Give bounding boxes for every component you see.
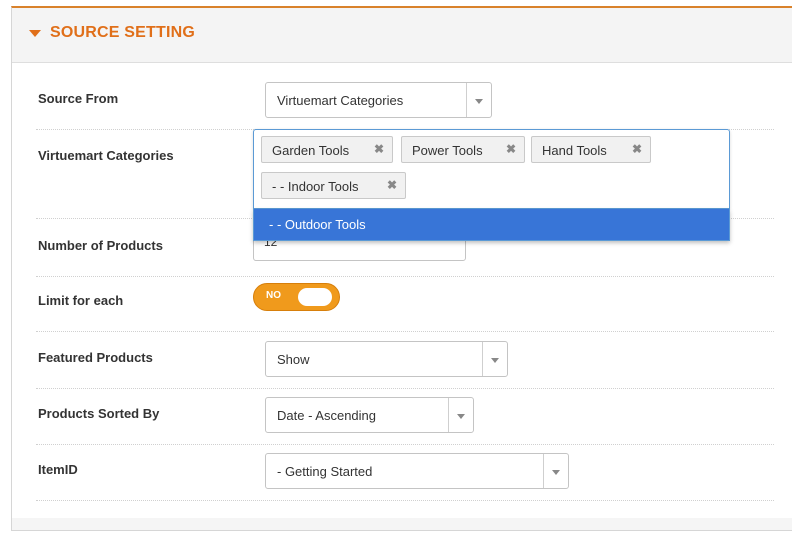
divider — [36, 331, 774, 332]
panel-header[interactable]: SOURCE SETTING — [12, 8, 792, 63]
categories-multiselect[interactable]: Garden Tools ✖ Power Tools ✖ Hand Tools … — [253, 129, 730, 209]
panel-title: SOURCE SETTING — [50, 24, 196, 41]
source-setting-panel: SOURCE SETTING Source From Virtuemart Ca… — [11, 6, 792, 531]
featured-value: Show — [277, 352, 310, 367]
divider — [36, 388, 774, 389]
remove-tag-icon[interactable]: ✖ — [374, 142, 384, 156]
category-tag: - - Indoor Tools ✖ — [261, 172, 406, 199]
limit-each-label: Limit for each — [38, 293, 124, 308]
chevron-down-icon[interactable] — [543, 454, 568, 488]
category-tag: Hand Tools ✖ — [531, 136, 651, 163]
source-from-label: Source From — [38, 91, 119, 106]
categories-dropdown: - - Outdoor Tools — [253, 209, 730, 241]
num-products-label: Number of Products — [38, 238, 163, 253]
toggle-knob[interactable] — [298, 288, 332, 306]
chevron-down-icon[interactable] — [466, 83, 491, 117]
category-tag-label: Power Tools — [412, 143, 483, 158]
remove-tag-icon[interactable]: ✖ — [632, 142, 642, 156]
itemid-label: ItemID — [38, 462, 78, 477]
featured-label: Featured Products — [38, 350, 153, 365]
divider — [36, 276, 774, 277]
chevron-down-icon[interactable] — [482, 342, 507, 376]
sorted-by-value: Date - Ascending — [277, 408, 377, 423]
divider — [36, 500, 774, 501]
category-tag-label: - - Indoor Tools — [272, 179, 359, 194]
remove-tag-icon[interactable]: ✖ — [506, 142, 516, 156]
caret-down-icon[interactable] — [29, 30, 41, 37]
sorted-by-label: Products Sorted By — [38, 406, 160, 421]
itemid-value: - Getting Started — [277, 464, 373, 479]
source-from-select[interactable]: Virtuemart Categories — [265, 82, 492, 118]
limit-each-toggle[interactable]: NO — [253, 283, 340, 311]
category-tag-label: Garden Tools — [272, 143, 350, 158]
remove-tag-icon[interactable]: ✖ — [387, 178, 397, 192]
toggle-label: NO — [266, 290, 281, 301]
dropdown-option[interactable]: - - Outdoor Tools — [269, 217, 366, 232]
category-tag-label: Hand Tools — [542, 143, 607, 158]
sorted-by-select[interactable]: Date - Ascending — [265, 397, 474, 433]
chevron-down-icon[interactable] — [448, 398, 473, 432]
category-tag: Garden Tools ✖ — [261, 136, 393, 163]
categories-label: Virtuemart Categories — [38, 148, 174, 163]
source-from-value: Virtuemart Categories — [277, 93, 404, 108]
divider — [36, 444, 774, 445]
featured-select[interactable]: Show — [265, 341, 508, 377]
itemid-select[interactable]: - Getting Started — [265, 453, 569, 489]
category-tag: Power Tools ✖ — [401, 136, 525, 163]
